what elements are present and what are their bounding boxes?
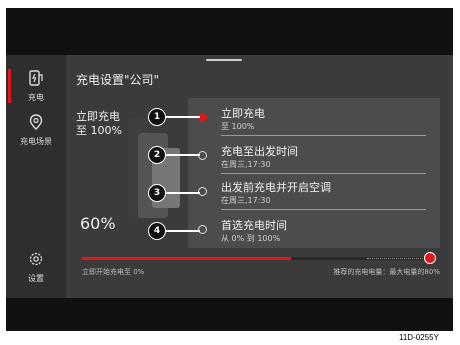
car-image [128, 118, 183, 218]
figure-code: 11D-0255Y [399, 333, 439, 342]
location-pin-icon [29, 114, 43, 130]
callout-marker: 1 [148, 108, 166, 126]
menu-item-charge-until-departure[interactable]: 充电至出发时间 在周三,17:30 [188, 138, 440, 174]
recommended-range-marker [367, 258, 425, 259]
menu-item-title: 出发前充电并开启空调 [221, 181, 331, 194]
charge-level-fill [82, 257, 291, 260]
charging-mode-menu: 立即充电 至 100% 充电至出发时间 在周三,17:30 出发前充电并开启空调… [188, 98, 440, 248]
menu-item-subtitle: 在周三,17:30 [221, 196, 271, 205]
menu-item-title: 充电至出发时间 [221, 145, 298, 158]
sidebar: 充电 充电场景 设置 [6, 55, 66, 298]
current-mode-label: 立即充电 [76, 110, 120, 123]
sidebar-item-charging[interactable]: 充电 [6, 67, 66, 107]
divider [221, 135, 426, 136]
menu-item-charge-now[interactable]: 立即充电 至 100% [188, 100, 440, 136]
menu-item-subtitle: 从 0% 到 100% [221, 234, 281, 243]
callout-line [166, 154, 200, 156]
sidebar-item-label: 充电场景 [20, 137, 52, 146]
callout-line [166, 116, 200, 118]
menu-item-subtitle: 至 100% [221, 122, 255, 131]
battery-percentage: 60% [80, 214, 116, 233]
sidebar-item-charging-scenes[interactable]: 充电场景 [6, 113, 66, 149]
bottom-bar [6, 298, 453, 331]
callout-marker: 4 [148, 222, 166, 240]
menu-item-subtitle: 在周三,17:30 [221, 160, 271, 169]
current-mode-target: 至 100% [76, 124, 122, 137]
recommended-charge-label: 推荐的充电电量：最大电量的80% [333, 268, 440, 276]
sidebar-item-settings[interactable]: 设置 [6, 250, 66, 286]
divider [221, 209, 426, 210]
menu-item-title: 立即充电 [221, 107, 265, 120]
sidebar-item-label: 设置 [28, 274, 44, 283]
callout-marker: 3 [148, 184, 166, 202]
drag-handle[interactable] [206, 59, 242, 61]
charge-level-slider[interactable] [82, 252, 436, 264]
menu-item-preferred-time[interactable]: 首选充电时间 从 0% 到 100% [188, 212, 440, 248]
menu-item-title: 首选充电时间 [221, 219, 287, 232]
page-title: 充电设置"公司" [76, 73, 160, 87]
callout-line [166, 192, 200, 194]
active-indicator [8, 69, 11, 103]
callout-line [166, 230, 200, 232]
top-bar [6, 8, 453, 55]
charge-start-label: 立即开始充电至 0% [82, 268, 145, 276]
gear-icon [29, 252, 43, 266]
sidebar-item-label: 充电 [28, 93, 44, 102]
menu-item-charge-with-climate[interactable]: 出发前充电并开启空调 在周三,17:30 [188, 174, 440, 210]
charging-station-icon [29, 70, 43, 86]
callout-marker: 2 [148, 146, 166, 164]
charge-target-knob[interactable] [424, 252, 436, 264]
current-mode-summary: 立即充电 至 100% [76, 110, 122, 138]
